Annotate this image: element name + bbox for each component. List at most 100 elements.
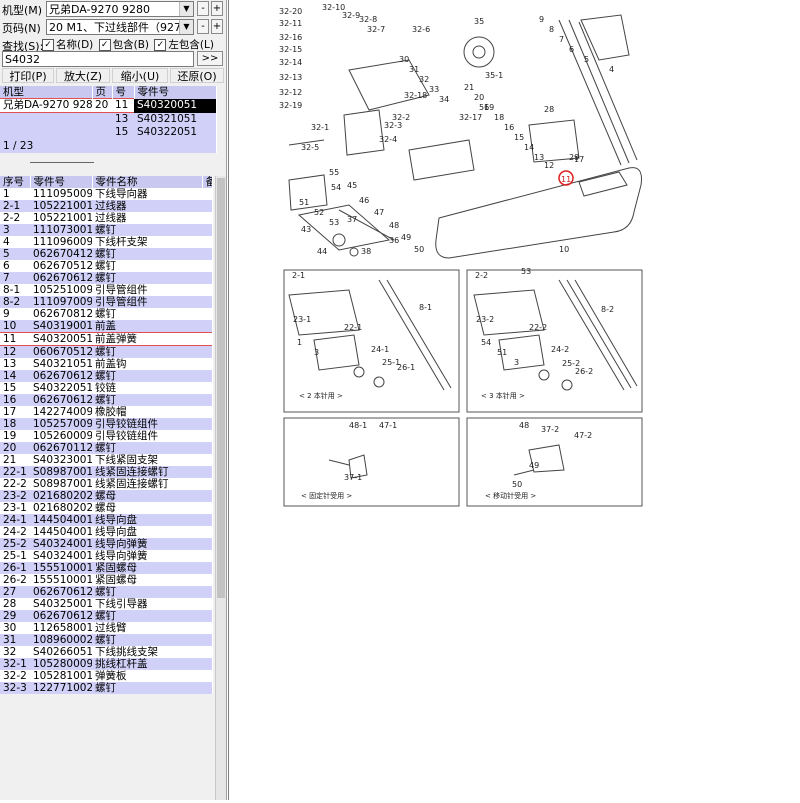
diagram-label[interactable]: 48 [519,421,529,430]
diagram-label[interactable]: 45 [347,181,357,190]
diagram-label[interactable]: 49 [401,233,411,242]
diagram-label[interactable]: 50 [512,480,522,489]
page-minus-button[interactable]: - [197,19,209,34]
print-button[interactable]: 打印(P) [2,68,54,83]
table-row[interactable]: 10 S40319001 前盖 [0,320,212,333]
table-row[interactable]: 8-2 111097009 引导管组件 [0,296,212,308]
table-row[interactable]: 3 111073001 螺钉 [0,224,212,236]
diagram-label[interactable]: 54 [331,183,341,192]
diagram-label[interactable]: 26-1 [397,363,415,372]
table-row[interactable]: 22-2 S08987001 线紧固连接螺钉 [0,478,212,490]
diagram-label[interactable]: 36 [389,236,399,245]
diagram-label[interactable]: 13 [534,153,544,162]
diagram-label[interactable]: 3 [514,358,519,367]
table-row[interactable]: 32-2 105281001 弹簧板 [0,670,212,682]
diagram-label[interactable]: 37-1 [344,473,362,482]
table-row[interactable]: 8-1 105251009 引导管组件 [0,284,212,296]
diagram-label[interactable]: 32-14 [279,58,302,67]
diagram-label[interactable]: 23-2 [476,315,494,324]
contain-checkbox[interactable]: ✓ [98,39,111,51]
diagram-label[interactable]: 21 [464,83,474,92]
table-row[interactable]: 31 108960002 螺钉 [0,634,212,646]
diagram-label[interactable]: 29 [569,153,579,162]
zoom-out-button[interactable]: 缩小(U) [112,68,168,83]
diagram-label[interactable]: 2-2 [475,271,488,280]
parts-scrollbar[interactable] [215,176,226,800]
table-row[interactable]: 7 062670612 螺钉 [0,272,212,284]
table-row[interactable]: 17 142274009 橡胶帽 [0,406,212,418]
diagram-label[interactable]: 4 [609,65,614,74]
diagram-label[interactable]: 28 [544,105,554,114]
search-input[interactable]: S4032 [2,51,194,67]
table-row[interactable]: 26-2 155510001 紧固螺母 [0,574,212,586]
diagram-label[interactable]: 48-1 [349,421,367,430]
diagram-label[interactable]: 35 [474,17,484,26]
table-row[interactable]: 13 S40321051 前盖钩 [0,358,212,370]
table-row[interactable]: 20 062670112 螺钉 [0,442,212,454]
name-checkbox[interactable]: ✓ [42,39,54,51]
table-row[interactable]: 12 060670512 螺钉 [0,345,212,358]
table-row[interactable]: 22-1 S08987001 线紧固连接螺钉 [0,466,212,478]
diagram-label[interactable]: 55 [329,168,339,177]
diagram-label[interactable]: 23-1 [293,315,311,324]
diagram-label[interactable]: 30 [399,55,409,64]
diagram-label[interactable]: 5 [584,55,589,64]
diagram-label[interactable]: 32-1 [311,123,329,132]
table-row[interactable]: 25-2 S40324001 线导向弹簧 [0,538,212,550]
diagram-label[interactable]: 14 [524,143,534,152]
diagram-label[interactable]: 32 [419,75,429,84]
table-row[interactable]: 23-1 021680202 螺母 [0,502,212,514]
page-select[interactable]: 20 M1、下过线部件（9270） ▼ [46,19,194,35]
diagram-label[interactable]: 24-1 [371,345,389,354]
table-row[interactable]: 21 S40323001 下线紧固支架 [0,454,212,466]
diagram-label[interactable]: 7 [559,35,564,44]
diagram-label[interactable]: 47-1 [379,421,397,430]
diagram-label[interactable]: 6 [569,45,574,54]
diagram-label[interactable]: 51 [299,198,309,207]
table-row[interactable]: 30 112658001 过线臂 [0,622,212,634]
table-row[interactable]: 16 062670612 螺钉 [0,394,212,406]
table-row[interactable]: 27 062670612 螺钉 [0,586,212,598]
diagram-label[interactable]: 26-2 [575,367,593,376]
diagram-label[interactable]: 32-18 [404,91,427,100]
diagram-label[interactable]: 9 [539,15,544,24]
diagram-label[interactable]: 33 [429,85,439,94]
diagram-label[interactable]: 2-1 [292,271,305,280]
diagram-label[interactable]: 16 [504,123,514,132]
diagram-label[interactable]: 12 [544,161,554,170]
table-row[interactable]: 24-1 144504001 线导向盘 [0,514,212,526]
table-row[interactable]: 2-2 105221001 过线器 [0,212,212,224]
diagram-label[interactable]: 8-1 [419,303,432,312]
diagram-label[interactable]: 32-20 [279,7,302,16]
model-select[interactable]: 兄弟DA-9270 9280 ▼ [46,1,194,17]
table-row[interactable]: 23-2 021680202 螺母 [0,490,212,502]
diagram-label[interactable]: 53 [521,267,531,276]
diagram-label[interactable]: 32-12 [279,88,302,97]
table-row[interactable]: 19 105260009 引导铰链组件 [0,430,212,442]
diagram-label[interactable]: 20 [474,93,484,102]
diagram-label[interactable]: 32-5 [301,143,319,152]
diagram-label[interactable]: 1 [297,338,302,347]
diagram-label[interactable]: 32-19 [279,101,302,110]
diagram-label[interactable]: 48 [389,221,399,230]
table-row[interactable]: 29 062670612 螺钉 [0,610,212,622]
table-row[interactable]: 15 S40322051 [0,126,216,139]
table-row[interactable]: 25-1 S40324001 线导向弹簧 [0,550,212,562]
table-row[interactable]: 14 062670612 螺钉 [0,370,212,382]
diagram-label[interactable]: 19 [484,103,494,112]
diagram-label[interactable]: 32-3 [384,121,402,130]
table-row[interactable]: 15 S40322051 铰链 [0,382,212,394]
search-go-button[interactable]: >> [197,51,223,66]
diagram-label[interactable]: 32-4 [379,135,397,144]
table-row[interactable]: 兄弟DA-9270 9280 20 11 S40320051 [0,98,216,113]
diagram-label[interactable]: 22-2 [529,323,547,332]
model-plus-button[interactable]: + [211,1,223,16]
diagram-label[interactable]: 44 [317,247,327,256]
zoom-in-button[interactable]: 放大(Z) [56,68,110,83]
scrollbar-thumb[interactable] [217,178,225,598]
diagram-label[interactable]: 18 [494,113,504,122]
diagram-label[interactable]: 32-2 [392,113,410,122]
table-row[interactable]: 13 S40321051 [0,112,216,126]
table-row[interactable]: 1 111095009 下线导向器 [0,188,212,200]
diagram-label[interactable]: 32-11 [279,19,302,28]
